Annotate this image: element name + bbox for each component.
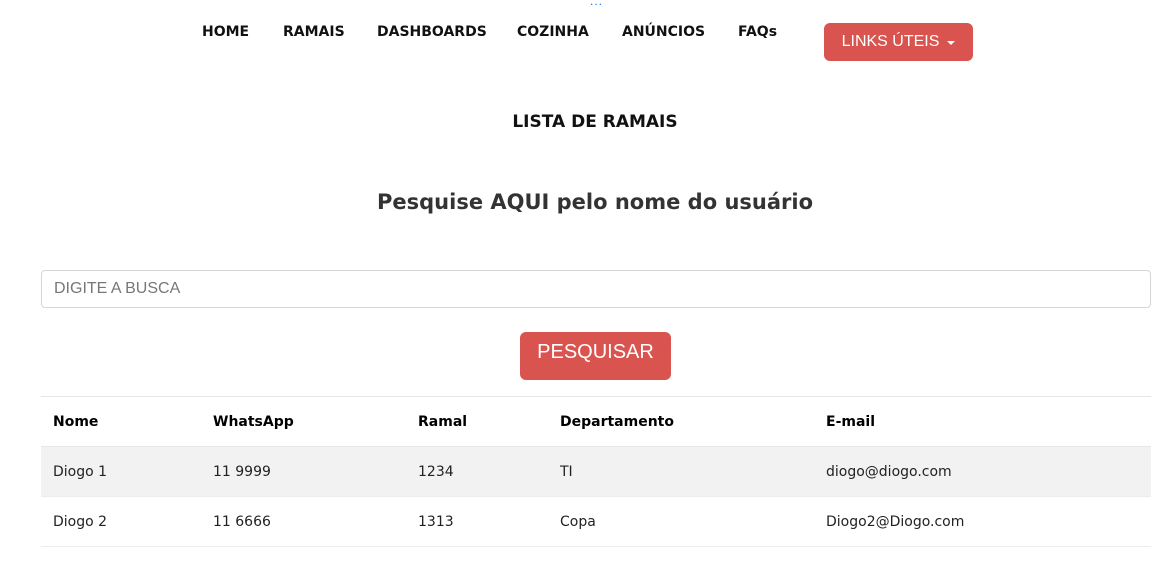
cell-whatsapp: 11 6666 bbox=[201, 496, 406, 547]
column-header-email: E-mail bbox=[814, 396, 1151, 447]
search-input[interactable] bbox=[41, 270, 1151, 308]
cell-whatsapp: 11 9999 bbox=[201, 446, 406, 497]
column-header-nome: Nome bbox=[41, 396, 201, 447]
cell-nome: Diogo 2 bbox=[41, 496, 201, 547]
page-title: LISTA DE RAMAIS bbox=[512, 112, 678, 132]
cell-departamento: TI bbox=[548, 446, 814, 497]
cell-email: diogo@diogo.com bbox=[814, 446, 1151, 497]
table-row: Diogo 2 11 6666 1313 Copa Diogo2@Diogo.c… bbox=[41, 496, 1151, 547]
extensions-table: Nome WhatsApp Ramal Departamento E-mail … bbox=[41, 396, 1151, 547]
cell-departamento: Copa bbox=[548, 496, 814, 547]
dropdown-label: LINKS ÚTEIS bbox=[841, 33, 940, 50]
column-header-ramal: Ramal bbox=[406, 396, 548, 447]
nav-item-home[interactable]: HOME bbox=[202, 24, 249, 40]
table-row: Diogo 1 11 9999 1234 TI diogo@diogo.com bbox=[41, 446, 1151, 497]
nav-item-anuncios[interactable]: ANÚNCIOS bbox=[622, 24, 705, 40]
cell-ramal: 1313 bbox=[406, 496, 548, 547]
column-header-whatsapp: WhatsApp bbox=[201, 396, 406, 447]
search-heading: Pesquise AQUI pelo nome do usuário bbox=[377, 190, 813, 214]
search-button[interactable]: PESQUISAR bbox=[520, 332, 671, 380]
caret-down-icon bbox=[947, 41, 956, 45]
links-uteis-dropdown-button[interactable]: LINKS ÚTEIS bbox=[824, 23, 973, 61]
nav-item-faqs[interactable]: FAQs bbox=[738, 24, 777, 40]
column-header-departamento: Departamento bbox=[548, 396, 814, 447]
nav-item-dashboards[interactable]: DASHBOARDS bbox=[377, 24, 487, 40]
nav-item-ramais[interactable]: RAMAIS bbox=[283, 24, 345, 40]
top-navigation: HOME RAMAIS DASHBOARDS COZINHA ANÚNCIOS … bbox=[0, 0, 1167, 70]
table-header-row: Nome WhatsApp Ramal Departamento E-mail bbox=[41, 396, 1151, 447]
cell-email: Diogo2@Diogo.com bbox=[814, 496, 1151, 547]
cell-nome: Diogo 1 bbox=[41, 446, 201, 497]
nav-item-cozinha[interactable]: COZINHA bbox=[517, 24, 589, 40]
cell-ramal: 1234 bbox=[406, 446, 548, 497]
